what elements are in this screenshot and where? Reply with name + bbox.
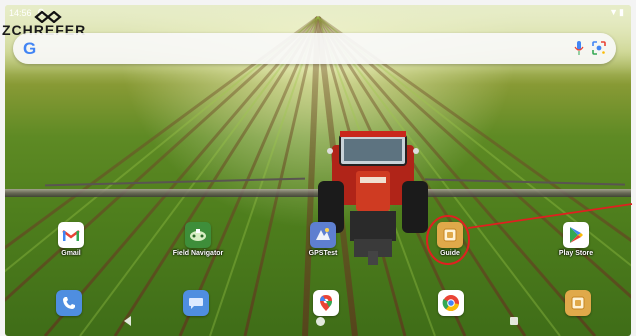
- gmail-icon: [58, 222, 84, 248]
- status-icons: ▼▮: [609, 7, 625, 18]
- status-time: 14:56: [9, 8, 32, 18]
- app-gmail[interactable]: Gmail: [36, 222, 106, 257]
- status-bar: 14:56 ⚙ ▼▮: [5, 5, 631, 21]
- back-icon[interactable]: [124, 316, 132, 326]
- phone-icon[interactable]: [56, 290, 82, 316]
- maps-icon[interactable]: [313, 290, 339, 316]
- guide-icon[interactable]: [565, 290, 591, 316]
- lens-icon[interactable]: [592, 41, 606, 55]
- app-field-navigator[interactable]: Field Navigator: [163, 222, 233, 257]
- mic-icon[interactable]: [574, 41, 584, 56]
- recents-icon[interactable]: [510, 317, 518, 325]
- google-logo-icon: G: [23, 39, 37, 58]
- app-play-store[interactable]: Play Store: [541, 222, 611, 257]
- guide-icon: [437, 222, 463, 248]
- field-navigator-icon: [185, 222, 211, 248]
- app-gpstest[interactable]: GPSTest: [288, 222, 358, 257]
- app-label: Gmail: [61, 250, 81, 257]
- battery-icon: ▮: [619, 7, 625, 17]
- app-label: GPSTest: [308, 250, 338, 257]
- play-store-icon: [563, 222, 589, 248]
- home-icon[interactable]: [316, 317, 325, 326]
- app-label: Field Navigator: [172, 250, 224, 257]
- messages-icon[interactable]: [183, 290, 209, 316]
- gpstest-icon: [310, 222, 336, 248]
- app-label: Guide: [440, 250, 460, 257]
- google-search-bar[interactable]: G: [13, 33, 616, 64]
- app-label: Play Store: [558, 250, 594, 257]
- wifi-icon: ▼: [609, 7, 620, 17]
- chrome-icon[interactable]: [438, 290, 464, 316]
- app-guide[interactable]: Guide: [415, 222, 485, 257]
